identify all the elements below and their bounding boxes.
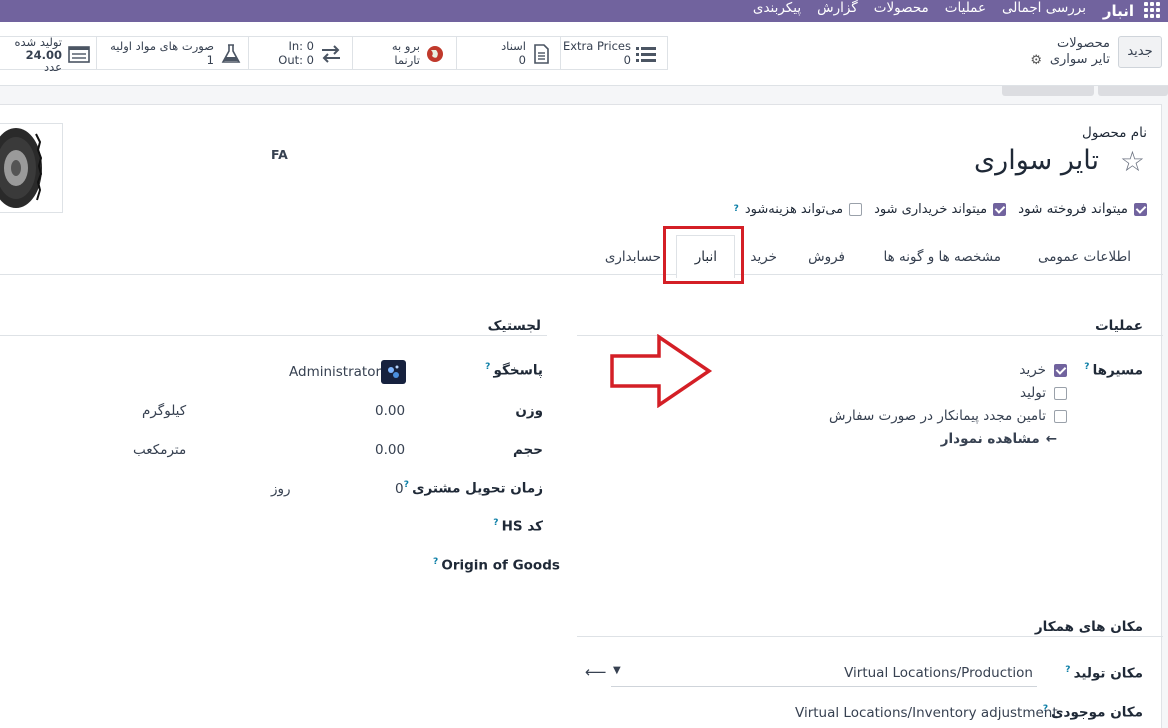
responsible-label: پاسخگو ? [485, 362, 543, 379]
breadcrumb-parent[interactable]: محصولات [1057, 36, 1110, 51]
apps-grid-icon[interactable] [1144, 2, 1160, 18]
weight-unit: کیلوگرم [142, 403, 187, 419]
tab-attributes-variants[interactable]: مشخصه ها و گونه ها [884, 249, 1001, 265]
routes-label: مسیرها ? [1084, 362, 1143, 379]
route-manufacture[interactable]: تولید [829, 384, 1067, 402]
arrow-left-icon: ← [1045, 431, 1057, 447]
bom-icon [68, 46, 90, 63]
origin-of-goods-label: ? Origin of Goods [433, 557, 560, 574]
hs-code-label: کد HS ? [493, 518, 543, 535]
operations-title: عملیات [1095, 318, 1143, 334]
checkbox-unchecked[interactable] [849, 202, 863, 216]
help-icon[interactable]: ? [734, 204, 739, 214]
logistics-title: لجستیک [487, 318, 541, 334]
bom-button[interactable]: صورت های مواد اولیه 1 [96, 36, 248, 70]
document-icon [534, 44, 549, 64]
app-name[interactable]: انبار [1103, 0, 1134, 22]
tab-purchase[interactable]: خرید [750, 249, 777, 265]
inventory-location-value[interactable]: Virtual Locations/Inventory adjustment [795, 705, 1058, 721]
flask-icon [221, 44, 241, 63]
list-icon [636, 47, 656, 62]
tab-sales[interactable]: فروش [808, 249, 845, 265]
checkbox-checked[interactable] [1054, 363, 1067, 377]
checkbox-checked[interactable] [993, 202, 1007, 216]
language-badge[interactable]: FA [271, 147, 288, 162]
responsible-value[interactable]: Administrator [289, 364, 381, 380]
new-button[interactable]: جدید [1118, 36, 1162, 68]
tab-general-info[interactable]: اطلاعات عمومی [1038, 249, 1131, 265]
help-icon[interactable]: ? [1065, 665, 1073, 675]
weight-label: وزن [515, 403, 543, 419]
form-sheet: FA نام محصول تایر سواری ☆ میتواند فروخته… [0, 104, 1163, 728]
help-icon[interactable]: ? [485, 362, 493, 372]
can-be-purchased-option[interactable]: میتواند خریداری شود [874, 202, 1007, 217]
volume-value[interactable]: 0.00 [375, 442, 405, 458]
main-menu: بررسی اجمالی عملیات محصولات گزارش پیکربن… [753, 0, 1086, 16]
product-image[interactable] [0, 123, 63, 213]
annotation-highlight-box [663, 226, 744, 284]
routes-list: خرید تولید تامین مجدد پیمانکار در صورت س… [829, 361, 1067, 425]
product-options: میتواند فروخته شود میتواند خریداری شود م… [734, 201, 1147, 217]
control-panel: جدید محصولات تایر سواری ⚙ Extra Prices 0… [0, 22, 1168, 86]
globe-icon [427, 46, 443, 62]
tab-accounting[interactable]: حسابداری [605, 249, 661, 265]
star-icon[interactable]: ☆ [1120, 145, 1145, 178]
smart-buttons: Extra Prices 0 اسناد 0 برو به تارنما In:… [0, 35, 668, 74]
weight-value[interactable]: 0.00 [375, 403, 405, 419]
can-be-sold-option[interactable]: میتواند فروخته شود [1018, 201, 1147, 217]
production-location-label: مکان تولید ? [1065, 665, 1143, 682]
product-name[interactable]: تایر سواری [974, 145, 1099, 176]
production-location-field[interactable]: ▼ Virtual Locations/Production [611, 661, 1037, 687]
strip-button[interactable] [1098, 86, 1168, 96]
menu-reporting[interactable]: گزارش [817, 0, 858, 16]
inventory-location-label: مکان موجودی ? [1042, 704, 1143, 721]
can-be-expensed-option[interactable]: می‌تواند هزینه‌شود ? [734, 202, 863, 217]
menu-operations[interactable]: عملیات [945, 0, 986, 16]
counterpart-locations-title: مکان های همکار [1034, 619, 1143, 635]
breadcrumb-current: تایر سواری [1049, 52, 1110, 67]
menu-products[interactable]: محصولات [874, 0, 929, 16]
annotation-arrow [610, 334, 713, 408]
manufactured-button[interactable]: تولید شده 24.00 عدد [0, 35, 96, 74]
website-button[interactable]: برو به تارنما [352, 36, 456, 70]
chevron-down-icon[interactable]: ▼ [613, 665, 621, 676]
transfer-arrows-icon [322, 45, 340, 63]
tire-image [0, 128, 43, 208]
checkbox-checked[interactable] [1134, 202, 1147, 216]
checkbox-unchecked[interactable] [1054, 409, 1067, 423]
menu-overview[interactable]: بررسی اجمالی [1002, 0, 1086, 16]
help-icon[interactable]: ? [404, 480, 412, 490]
product-name-label: نام محصول [1082, 125, 1147, 141]
customer-lead-time-unit: روز [271, 481, 291, 497]
help-icon[interactable]: ? [1084, 362, 1092, 372]
customer-lead-time-value[interactable]: 0 [395, 481, 404, 497]
in-out-button[interactable]: In: 0 Out: 0 [248, 36, 352, 70]
gear-icon[interactable]: ⚙ [1030, 53, 1042, 68]
volume-label: حجم [512, 442, 543, 458]
view-diagram-link[interactable]: ← مشاهده نمودار [941, 431, 1057, 447]
menu-configuration[interactable]: پیکربندی [753, 0, 801, 16]
avatar [381, 360, 406, 384]
extra-prices-button[interactable]: Extra Prices 0 [560, 36, 668, 70]
documents-button[interactable]: اسناد 0 [456, 36, 560, 70]
volume-unit: مترمکعب [133, 442, 187, 458]
route-resupply-subcontractor[interactable]: تامین مجدد پیمانکار در صورت سفارش [829, 407, 1067, 425]
route-buy[interactable]: خرید [829, 361, 1067, 379]
checkbox-unchecked[interactable] [1054, 386, 1067, 400]
help-icon[interactable]: ? [493, 518, 501, 528]
strip-button[interactable] [1002, 86, 1094, 96]
internal-link-arrow-icon[interactable]: ⟵ [585, 663, 607, 681]
top-navbar: انبار بررسی اجمالی عملیات محصولات گزارش … [0, 0, 1168, 22]
status-strip [0, 86, 1168, 104]
customer-lead-time-label: زمان تحویل مشتری ? [403, 480, 543, 497]
